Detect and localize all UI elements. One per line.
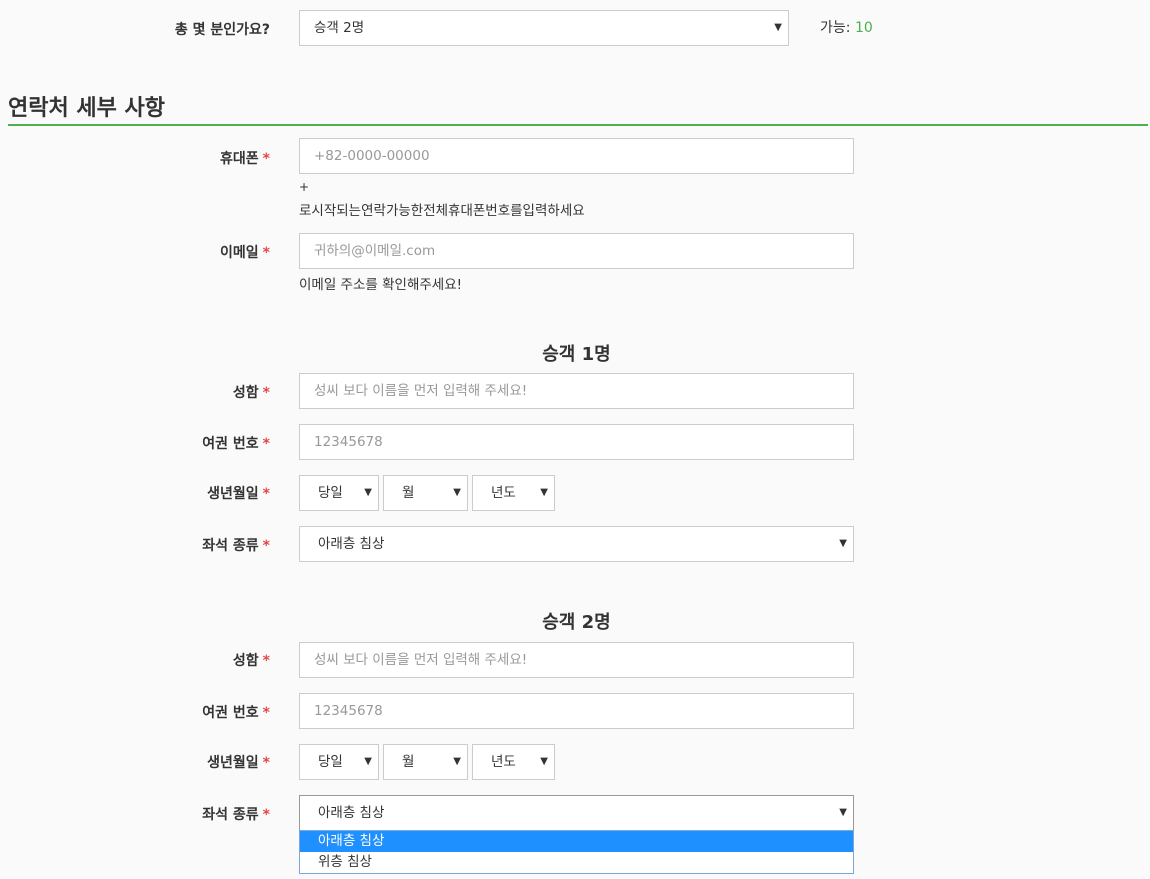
passenger-1-passport-label: 여권 번호 * [202, 436, 270, 452]
passenger-1-passport-input[interactable]: 12345678 [299, 424, 854, 460]
email-help: 이메일 주소를 확인해주세요! [299, 277, 463, 293]
contact-section-title: 연락처 세부 사항 [8, 96, 165, 121]
passenger-2-title: 승객 2명 [542, 612, 611, 633]
passenger-2-passport-label: 여권 번호 * [202, 705, 270, 721]
passenger-1-name-label: 성함 * [232, 385, 270, 401]
chevron-down-icon: ▼ [453, 487, 461, 498]
passenger-2-day-select[interactable]: 당일 ▼ [299, 744, 379, 780]
seat-options-dropdown: 아래층 침상 위층 침상 [299, 830, 854, 874]
chevron-down-icon: ▼ [540, 756, 548, 767]
chevron-down-icon: ▼ [364, 487, 372, 498]
available-count-value: 10 [854, 20, 873, 36]
passenger-1-name-input[interactable]: 성씨 보다 이름을 먼저 입력해 주세요! [299, 373, 854, 409]
phone-label: 휴대폰 * [220, 151, 270, 167]
passenger-1-year-select[interactable]: 년도 ▼ [472, 475, 555, 511]
passenger-2-name-label: 성함 * [232, 653, 270, 669]
passenger-2-year-select[interactable]: 년도 ▼ [472, 744, 555, 780]
passenger-count-label: 총 몇 분인가요? [174, 22, 270, 38]
passenger-1-day-select[interactable]: 당일 ▼ [299, 475, 379, 511]
passenger-1-month-select[interactable]: 월 ▼ [383, 475, 468, 511]
available-count: 가능: 10 [820, 20, 873, 36]
passenger-2-name-input[interactable]: 성씨 보다 이름을 먼저 입력해 주세요! [299, 642, 854, 678]
passenger-1-birth-label: 생년월일 * [207, 486, 270, 502]
phone-help: 로시작되는연락가능한전체휴대폰번호를입력하세요 [299, 203, 585, 219]
passenger-1-title: 승객 1명 [542, 344, 611, 365]
passenger-1-seat-label: 좌석 종류 * [202, 538, 270, 554]
passenger-1-seat-select[interactable]: 아래층 침상 ▼ [299, 526, 854, 562]
email-label: 이메일 * [220, 245, 270, 261]
passenger-2-birth-label: 생년월일 * [207, 755, 270, 771]
passenger-count-select[interactable]: 승객 2명 ▼ [299, 10, 789, 46]
phone-input[interactable]: +82-0000-00000 [299, 138, 854, 174]
seat-option-lower[interactable]: 아래층 침상 [300, 831, 853, 852]
chevron-down-icon: ▼ [839, 538, 847, 549]
chevron-down-icon: ▼ [839, 807, 847, 818]
section-divider [8, 124, 1148, 126]
chevron-down-icon: ▼ [540, 487, 548, 498]
passenger-2-passport-input[interactable]: 12345678 [299, 693, 854, 729]
phone-help-plus: + [299, 180, 310, 194]
chevron-down-icon: ▼ [364, 756, 372, 767]
seat-option-upper[interactable]: 위층 침상 [300, 852, 853, 873]
passenger-2-seat-label: 좌석 종류 * [202, 807, 270, 823]
email-input[interactable]: 귀하의@이메일.com [299, 233, 854, 269]
chevron-down-icon: ▼ [453, 756, 461, 767]
passenger-count-value: 승객 2명 [314, 20, 365, 36]
passenger-2-seat-select[interactable]: 아래층 침상 ▼ [299, 795, 854, 831]
chevron-down-icon: ▼ [774, 22, 782, 33]
passenger-2-month-select[interactable]: 월 ▼ [383, 744, 468, 780]
